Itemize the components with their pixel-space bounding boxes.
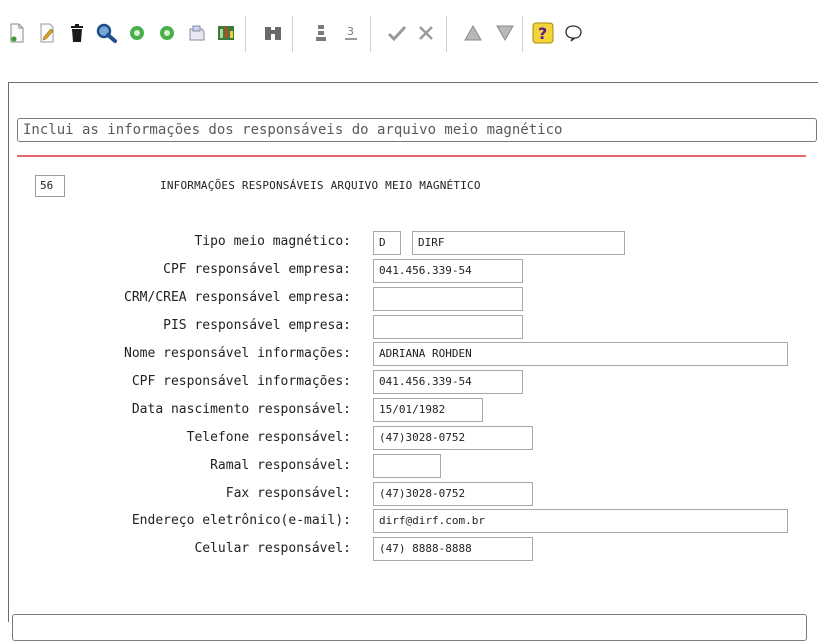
last-record-icon[interactable] xyxy=(494,22,516,44)
red-divider xyxy=(17,155,806,157)
program-code: 56 xyxy=(35,175,65,197)
toolbar-separator xyxy=(245,16,246,52)
label-cpf-informacoes: CPF responsável informações: xyxy=(131,374,351,389)
celular-input[interactable]: (47) 8888-8888 xyxy=(373,537,533,561)
toolbar-separator xyxy=(522,16,523,52)
help-icon[interactable]: ? xyxy=(532,22,554,44)
nome-responsavel-input[interactable]: ADRIANA ROHDEN xyxy=(373,342,788,366)
export-icon[interactable] xyxy=(216,22,238,44)
sort-numbered-icon[interactable]: 3 xyxy=(340,22,362,44)
toolbar-separator xyxy=(370,16,371,52)
svg-text:?: ? xyxy=(538,24,547,43)
cpf-empresa-input[interactable]: 041.456.339-54 xyxy=(373,259,523,283)
email-input[interactable]: dirf@dirf.com.br xyxy=(373,509,788,533)
svg-text:3: 3 xyxy=(347,25,354,38)
label-email: Endereço eletrônico(e-mail): xyxy=(131,513,351,528)
label-cpf-empresa: CPF responsável empresa: xyxy=(163,262,351,277)
form-title: INFORMAÇÕES RESPONSÁVEIS ARQUIVO MEIO MA… xyxy=(160,179,481,192)
telefone-input[interactable]: (47)3028-0752 xyxy=(373,426,533,450)
label-fax: Fax responsável: xyxy=(225,486,351,501)
new-document-icon[interactable] xyxy=(6,22,28,44)
sort-ascending-icon[interactable] xyxy=(310,22,332,44)
toolbar-separator xyxy=(292,16,293,52)
toolbar: 3 ? xyxy=(0,0,818,74)
label-ramal: Ramal responsável: xyxy=(210,458,351,473)
label-crm-crea: CRM/CREA responsável empresa: xyxy=(124,290,351,305)
label-data-nascimento: Data nascimento responsável: xyxy=(131,402,351,417)
label-tipo-meio: Tipo meio magnético: xyxy=(194,234,351,249)
label-celular: Celular responsável: xyxy=(194,541,351,556)
confirm-check-icon[interactable] xyxy=(386,22,408,44)
ramal-input[interactable] xyxy=(373,454,441,478)
data-nascimento-input[interactable]: 15/01/1982 xyxy=(373,398,483,422)
label-nome-responsavel: Nome responsável informações: xyxy=(124,346,351,361)
toolbar-separator xyxy=(446,16,447,52)
tipo-code-input[interactable]: D xyxy=(373,231,401,255)
cancel-icon[interactable] xyxy=(416,22,438,44)
cpf-informacoes-input[interactable]: 041.456.339-54 xyxy=(373,370,523,394)
label-pis: PIS responsável empresa: xyxy=(163,318,351,333)
status-bar xyxy=(12,614,807,641)
description-field: Inclui as informações dos responsáveis d… xyxy=(17,118,817,142)
pis-input[interactable] xyxy=(373,315,523,339)
screen: 3 ? Inclui as informações dos responsáve… xyxy=(0,0,818,641)
tipo-description-field: DIRF xyxy=(412,231,625,255)
first-record-icon[interactable] xyxy=(462,22,484,44)
fax-input[interactable]: (47)3028-0752 xyxy=(373,482,533,506)
find-binoculars-icon[interactable] xyxy=(262,22,284,44)
label-telefone: Telefone responsável: xyxy=(186,430,351,445)
next-record-icon[interactable] xyxy=(156,22,178,44)
previous-record-icon[interactable] xyxy=(126,22,148,44)
search-magnifier-icon[interactable] xyxy=(96,22,118,44)
crm-crea-input[interactable] xyxy=(373,287,523,311)
edit-pencil-icon[interactable] xyxy=(36,22,58,44)
save-icon[interactable] xyxy=(186,22,208,44)
comment-icon[interactable] xyxy=(562,22,584,44)
delete-trash-icon[interactable] xyxy=(66,22,88,44)
